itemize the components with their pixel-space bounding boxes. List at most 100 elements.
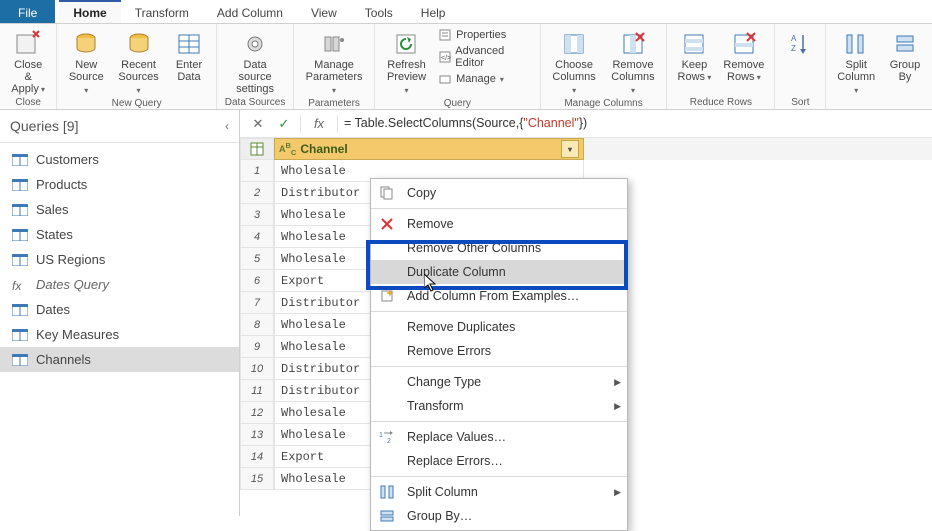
row-number[interactable]: 14 <box>240 446 274 468</box>
blank-icon <box>377 319 397 335</box>
context-item-remove[interactable]: Remove <box>371 212 627 236</box>
fx-icon: fx <box>12 279 28 291</box>
sidebar-item-label: Products <box>36 177 87 192</box>
ribbon-group-query: Refresh Preview Properties</>Advanced Ed… <box>375 24 541 109</box>
context-item-replace-errors[interactable]: Replace Errors… <box>371 449 627 473</box>
row-number[interactable]: 11 <box>240 380 274 402</box>
group-by-button[interactable]: Group By <box>884 27 926 83</box>
context-item-label: Remove Errors <box>407 344 621 358</box>
row-number[interactable]: 1 <box>240 160 274 182</box>
row-number[interactable]: 15 <box>240 468 274 490</box>
context-item-transform[interactable]: Transform▶ <box>371 394 627 418</box>
column-filter-button[interactable]: ▾ <box>561 140 579 158</box>
sidebar-item-states[interactable]: States <box>0 222 239 247</box>
manage-parameters-button[interactable]: Manage Parameters <box>300 27 368 97</box>
fx-icon[interactable]: fx <box>307 116 331 131</box>
collapse-sidebar-button[interactable]: ‹ <box>225 119 229 133</box>
formula-cancel-button[interactable]: ✕ <box>248 114 268 134</box>
context-item-change-type[interactable]: Change Type▶ <box>371 370 627 394</box>
refresh-icon <box>392 29 422 59</box>
ribbon-group-new-query: New SourceRecent SourcesEnter Data New Q… <box>57 24 217 109</box>
new-source-button[interactable]: New Source <box>63 27 109 97</box>
menu-tab-view[interactable]: View <box>297 0 351 23</box>
row-number[interactable]: 5 <box>240 248 274 270</box>
queries-sidebar: Queries [9] ‹ CustomersProductsSalesStat… <box>0 110 240 516</box>
manage-button[interactable]: Manage <box>436 71 534 87</box>
refresh-preview-button[interactable]: Refresh Preview <box>381 27 432 97</box>
row-number[interactable]: 7 <box>240 292 274 314</box>
split-column-button[interactable]: Split Column <box>832 27 880 97</box>
menu-tab-add-column[interactable]: Add Column <box>203 0 297 23</box>
context-item-add-from-examples[interactable]: Add Column From Examples… <box>371 284 627 308</box>
sidebar-item-sales[interactable]: Sales <box>0 197 239 222</box>
context-item-label: Replace Values… <box>407 430 621 444</box>
grid-corner-button[interactable] <box>240 138 274 160</box>
row-number[interactable]: 10 <box>240 358 274 380</box>
column-type-icon: ABC <box>279 141 296 157</box>
sidebar-item-label: Dates Query <box>36 277 109 292</box>
row-number[interactable]: 4 <box>240 226 274 248</box>
sort-icon: AZ <box>785 29 815 59</box>
context-item-group-by[interactable]: Group By… <box>371 504 627 528</box>
close-apply-button[interactable]: Close & Apply <box>6 27 50 96</box>
formula-input[interactable]: = Table.SelectColumns(Source,{"Channel"}… <box>344 116 924 131</box>
data-source-settings-button[interactable]: Data source settings <box>223 27 287 95</box>
sidebar-item-dates[interactable]: Dates <box>0 297 239 322</box>
context-item-label: Transform <box>407 399 604 413</box>
context-item-duplicate[interactable]: Duplicate Column <box>371 260 627 284</box>
row-number[interactable]: 3 <box>240 204 274 226</box>
sidebar-item-channels[interactable]: Channels <box>0 347 239 372</box>
remove-columns-button[interactable]: Remove Columns <box>606 27 661 97</box>
menu-tab-file[interactable]: File <box>0 0 55 23</box>
row-number[interactable]: 13 <box>240 424 274 446</box>
context-item-remove-other[interactable]: Remove Other Columns <box>371 236 627 260</box>
formula-suffix: }) <box>579 116 587 130</box>
context-item-label: Add Column From Examples… <box>407 289 621 303</box>
menu-tab-help[interactable]: Help <box>407 0 460 23</box>
menu-tab-tools[interactable]: Tools <box>351 0 407 23</box>
context-item-label: Remove <box>407 217 621 231</box>
sidebar-item-products[interactable]: Products <box>0 172 239 197</box>
formula-string: "Channel" <box>523 116 578 130</box>
sidebar-item-us-regions[interactable]: US Regions <box>0 247 239 272</box>
context-item-split-column[interactable]: Split Column▶ <box>371 480 627 504</box>
row-number[interactable]: 9 <box>240 336 274 358</box>
column-header-channel[interactable]: ABC Channel ▾ <box>274 138 584 160</box>
blank-icon <box>377 264 397 280</box>
context-item-copy[interactable]: Copy <box>371 181 627 205</box>
formula-bar: ✕ ✓ fx = Table.SelectColumns(Source,{"Ch… <box>240 110 932 138</box>
context-item-replace-values[interactable]: 12Replace Values… <box>371 425 627 449</box>
copy-icon <box>377 185 397 201</box>
sidebar-item-key-measures[interactable]: Key Measures <box>0 322 239 347</box>
ribbon-group-label-reduce-rows: Reduce Rows <box>690 96 752 108</box>
choose-columns-button[interactable]: Choose Columns <box>547 27 602 97</box>
context-item-remove-dups[interactable]: Remove Duplicates <box>371 315 627 339</box>
menu-tab-home[interactable]: Home <box>59 0 120 23</box>
menu-tab-transform[interactable]: Transform <box>121 0 203 23</box>
remove-rows-button[interactable]: Remove Rows <box>719 27 768 84</box>
close-apply-label: Close & Apply <box>10 59 46 96</box>
sidebar-item-dates-query[interactable]: fx Dates Query <box>0 272 239 297</box>
formula-accept-button[interactable]: ✓ <box>274 114 294 134</box>
row-number[interactable]: 8 <box>240 314 274 336</box>
row-number[interactable]: 6 <box>240 270 274 292</box>
row-number[interactable]: 12 <box>240 402 274 424</box>
table-icon <box>12 179 28 191</box>
split-column-icon <box>841 29 871 59</box>
choose-columns-icon <box>559 29 589 59</box>
keep-rows-button[interactable]: Keep Rows <box>673 27 715 84</box>
recent-sources-button[interactable]: Recent Sources <box>113 27 164 97</box>
choose-columns-label: Choose Columns <box>551 59 598 97</box>
sidebar-item-label: US Regions <box>36 252 105 267</box>
enter-data-button[interactable]: Enter Data <box>168 27 210 83</box>
sort-az-button[interactable]: AZ <box>781 27 819 59</box>
new-source-label: New Source <box>67 59 105 97</box>
properties-button[interactable]: Properties <box>436 27 534 43</box>
group-by-label: Group By <box>890 59 921 83</box>
context-item-remove-errors[interactable]: Remove Errors <box>371 339 627 363</box>
sidebar-item-customers[interactable]: Customers <box>0 147 239 172</box>
advanced-editor-button[interactable]: </>Advanced Editor <box>436 44 534 70</box>
row-number[interactable]: 2 <box>240 182 274 204</box>
ribbon-group-close: Close & Apply Close <box>0 24 57 109</box>
ribbon: Close & Apply Close New SourceRecent Sou… <box>0 24 932 110</box>
